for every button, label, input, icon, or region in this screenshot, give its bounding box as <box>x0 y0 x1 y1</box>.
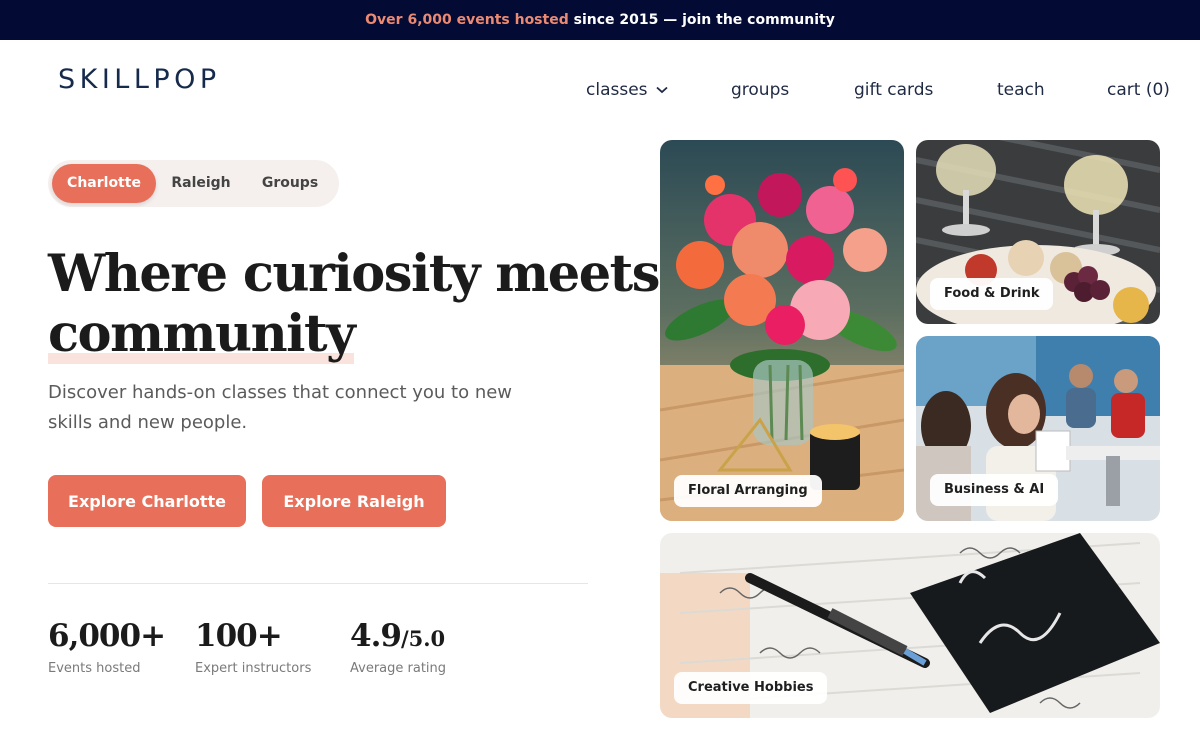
explore-raleigh-button[interactable]: Explore Raleigh <box>262 475 446 527</box>
toggle-charlotte[interactable]: Charlotte <box>52 164 156 203</box>
stat-events-label: Events hosted <box>48 661 141 676</box>
category-label-creative: Creative Hobbies <box>674 672 828 704</box>
toggle-groups[interactable]: Groups <box>246 164 334 203</box>
category-label-floral: Floral Arranging <box>674 475 822 507</box>
floral-image <box>660 140 904 521</box>
category-tile-floral[interactable]: Floral Arranging <box>660 140 904 521</box>
nav-classes-label: classes <box>586 80 648 100</box>
nav-classes-dropdown[interactable]: classes <box>586 80 668 100</box>
category-tile-business[interactable]: Business & AI <box>916 336 1160 521</box>
headline-line-1: Where curiosity meets <box>48 244 660 304</box>
nav-gift-cards[interactable]: gift cards <box>854 80 933 100</box>
stat-rating-value: 4.9/5.0 <box>350 618 446 654</box>
stat-rating-suffix: /5.0 <box>400 626 446 651</box>
stat-instructors-label: Expert instructors <box>195 661 312 676</box>
category-tile-creative[interactable]: Creative Hobbies <box>660 533 1160 718</box>
category-label-business: Business & AI <box>930 474 1059 506</box>
category-tile-food[interactable]: Food & Drink <box>916 140 1160 324</box>
nav-teach[interactable]: teach <box>997 80 1045 100</box>
toggle-raleigh[interactable]: Raleigh <box>158 164 244 203</box>
divider <box>48 583 588 584</box>
city-toggle: Charlotte Raleigh Groups <box>48 160 339 207</box>
stat-events-value: 6,000+ <box>48 618 166 654</box>
announcement-bar: Over 6,000 events hosted since 2015 — jo… <box>0 0 1200 40</box>
stat-rating-label: Average rating <box>350 661 447 676</box>
logo[interactable]: SKILLPOP <box>58 64 221 95</box>
announcement-highlight: Over 6,000 events hosted <box>365 12 569 28</box>
hero-subtitle: Discover hands-on classes that connect y… <box>48 382 513 433</box>
category-label-food: Food & Drink <box>930 278 1054 310</box>
explore-charlotte-button[interactable]: Explore Charlotte <box>48 475 246 527</box>
announcement-text: since 2015 — join the community <box>568 12 835 28</box>
headline-highlight: community <box>48 304 356 364</box>
nav-groups[interactable]: groups <box>731 80 789 100</box>
stat-instructors-value: 100+ <box>195 618 283 654</box>
page-title: Where curiosity meets community <box>48 244 660 364</box>
nav-cart[interactable]: cart (0) <box>1107 80 1170 100</box>
chevron-down-icon <box>655 84 668 97</box>
